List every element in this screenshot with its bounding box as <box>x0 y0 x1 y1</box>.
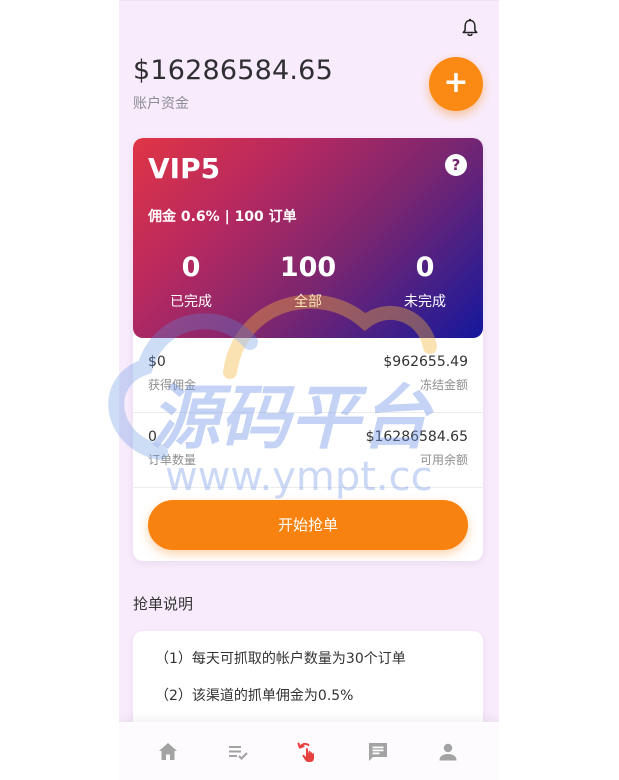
app-screen: $16286584.65 账户资金 + VIP5 ? 佣金 0.6% | 100… <box>119 0 499 780</box>
instruction-item: （1）每天可抓取的帐户数量为30个订单 <box>155 651 406 667</box>
vip-level: VIP5 <box>148 152 221 185</box>
detail-row-orders: 0 订单数量 $16286584.65 可用余额 <box>133 413 483 488</box>
available-balance-label: 可用余额 <box>419 453 468 467</box>
vip-panel: VIP5 ? 佣金 0.6% | 100 订单 0 已完成 100 全部 0 未… <box>133 138 483 338</box>
stat-value: 0 <box>415 252 435 283</box>
stat-value: 100 <box>279 252 337 283</box>
add-funds-button[interactable]: + <box>429 57 483 111</box>
stat-pending: 0 未完成 <box>367 252 483 311</box>
help-icon[interactable]: ? <box>445 154 467 176</box>
earned-commission-label: 获得佣金 <box>148 378 197 392</box>
available-balance-value: $16286584.65 <box>365 429 468 445</box>
order-count-label: 订单数量 <box>148 453 197 467</box>
stat-label: 全部 <box>294 294 322 310</box>
start-grab-order-button[interactable]: 开始抢单 <box>148 500 468 550</box>
frozen-amount-label: 冻结金额 <box>419 378 468 392</box>
order-list-icon[interactable] <box>226 740 250 764</box>
grab-order-icon[interactable] <box>296 740 320 764</box>
detail-row-commission: $0 获得佣金 $962655.49 冻结金额 <box>133 338 483 413</box>
bottom-tab-bar <box>119 722 499 780</box>
vip-commission-info: 佣金 0.6% | 100 订单 <box>148 209 297 225</box>
stat-total: 100 全部 <box>250 252 366 311</box>
order-summary-card: VIP5 ? 佣金 0.6% | 100 订单 0 已完成 100 全部 0 未… <box>133 138 483 561</box>
account-balance: $16286584.65 <box>133 55 333 86</box>
earned-commission-value: $0 <box>148 354 166 370</box>
stat-value: 0 <box>181 252 201 283</box>
stat-label: 未完成 <box>404 294 446 310</box>
order-count-value: 0 <box>148 429 157 445</box>
user-icon[interactable] <box>436 740 460 764</box>
stat-label: 已完成 <box>170 294 212 310</box>
instruction-item: （2）该渠道的抓单佣金为0.5% <box>155 688 354 704</box>
message-icon[interactable] <box>366 740 390 764</box>
instructions-title: 抢单说明 <box>133 595 194 613</box>
frozen-amount-value: $962655.49 <box>383 354 468 370</box>
account-balance-label: 账户资金 <box>133 96 189 112</box>
home-icon[interactable] <box>156 740 180 764</box>
stat-completed: 0 已完成 <box>133 252 249 311</box>
bell-icon[interactable] <box>461 18 479 38</box>
